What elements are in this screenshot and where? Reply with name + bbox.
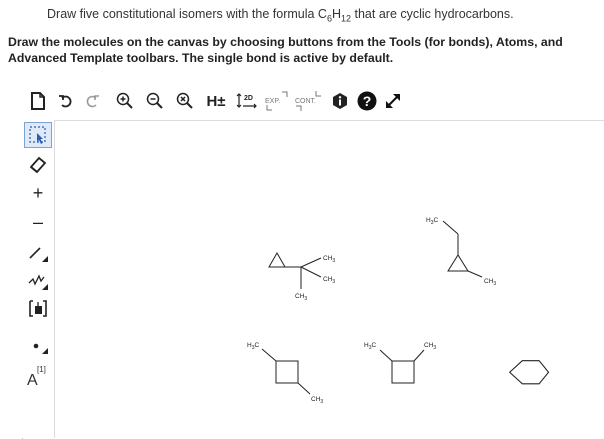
atom-mapping-button[interactable]: A [1] xyxy=(24,360,52,390)
question-prefix: Draw five constitutional isomers with th… xyxy=(47,7,327,21)
eraser-icon[interactable] xyxy=(24,151,52,177)
template-tool-icon[interactable] xyxy=(24,296,52,322)
mol4-ch3: CH3 xyxy=(424,342,436,351)
mol3-ch3: CH3 xyxy=(311,396,323,405)
selection-tool-icon[interactable] xyxy=(24,122,52,148)
redo-icon[interactable] xyxy=(82,90,102,112)
info-icon[interactable] xyxy=(330,90,350,112)
mol1-ch3-right: CH3 xyxy=(323,276,335,285)
mol1-ch3-bottom: CH3 xyxy=(295,293,307,302)
help-icon[interactable]: ? xyxy=(356,90,378,112)
mol1-ch3-top: CH3 xyxy=(323,255,335,264)
hydrogen-toggle-button[interactable]: H± xyxy=(204,90,228,112)
formula-h: H xyxy=(331,7,342,21)
molecule-cyclohexane[interactable] xyxy=(508,360,550,385)
molecule-tert-butylcyclopropane[interactable] xyxy=(268,251,322,289)
mol4-h3c: H3C xyxy=(364,342,376,351)
expand-label: EXP. xyxy=(265,98,280,105)
charge-plus-button[interactable]: + xyxy=(24,180,52,206)
molecule-ethylmethylcyclopropane[interactable] xyxy=(442,220,483,278)
chain-tool-icon[interactable] xyxy=(24,268,52,294)
drawing-canvas[interactable]: CH3 CH3 CH3 H3C CH3 H3C CH3 H3C CH3 xyxy=(55,121,604,438)
top-toolbar: H± 2D EXP. CONT. ? xyxy=(22,82,604,121)
undo-icon[interactable] xyxy=(56,90,76,112)
fullscreen-icon[interactable] xyxy=(382,90,404,112)
formula-sub-12: 12 xyxy=(341,13,352,24)
left-toolbar: + – A [1] xyxy=(22,120,55,438)
question-text: Draw five constitutional isomers with th… xyxy=(47,7,597,24)
atom-map-letter: A xyxy=(27,372,38,389)
zoom-reset-icon[interactable] xyxy=(174,90,196,112)
zoom-in-icon[interactable] xyxy=(114,90,136,112)
radical-tool-icon[interactable] xyxy=(24,332,52,358)
clean-2d-button[interactable]: 2D xyxy=(236,90,258,112)
instructions-text: Draw the molecules on the canvas by choo… xyxy=(8,35,563,65)
expand-button[interactable]: EXP. xyxy=(264,90,290,112)
zoom-out-icon[interactable] xyxy=(144,90,166,112)
mol2-h3c: H3C xyxy=(426,217,438,226)
single-bond-tool-icon[interactable] xyxy=(24,240,52,266)
molecule-dimethylcyclobutane-cis[interactable] xyxy=(379,349,425,384)
clean-2d-label: 2D xyxy=(244,95,253,102)
svg-text:?: ? xyxy=(363,93,372,109)
charge-minus-button[interactable]: – xyxy=(24,209,52,235)
question-suffix: that are cyclic hydrocarbons. xyxy=(351,7,514,21)
mol3-h3c: H3C xyxy=(247,342,259,351)
contract-button[interactable]: CONT. xyxy=(294,90,324,112)
atom-map-index: [1] xyxy=(37,365,46,374)
new-document-icon[interactable] xyxy=(28,90,48,112)
contract-label: CONT. xyxy=(295,98,316,105)
molecule-dimethylcyclobutane-trans[interactable] xyxy=(261,348,311,395)
mol2-ch3: CH3 xyxy=(484,278,496,287)
